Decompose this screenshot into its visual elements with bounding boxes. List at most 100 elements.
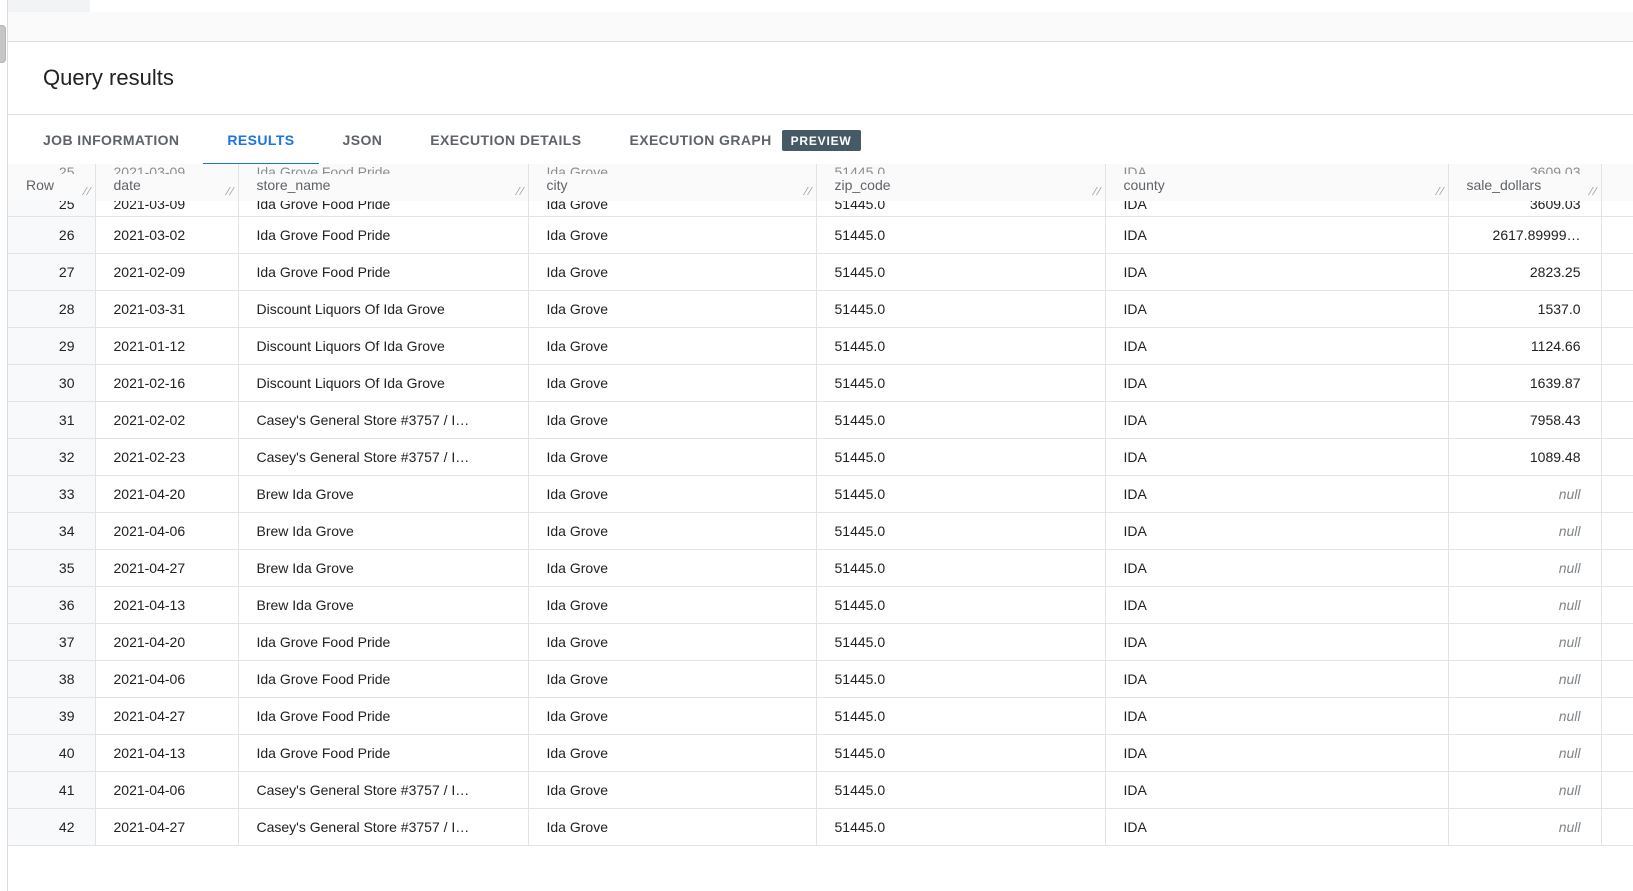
panel-footer-space [8,863,1633,891]
table-row: 262021-03-02Ida Grove Food PrideIda Grov… [8,216,1633,253]
table-row: 422021-04-27Casey's General Store #3757 … [8,808,1633,845]
tab-job-information[interactable]: JOB INFORMATION [19,116,203,164]
cell-zip-code: 51445.0 [816,623,1105,660]
tab-execution-graph[interactable]: EXECUTION GRAPH PREVIEW [605,116,884,164]
cell-zip-code: 51445.0 [816,549,1105,586]
column-resize-handle[interactable]: // [804,186,814,198]
tab-results[interactable]: RESULTS [203,116,318,164]
column-resize-handle[interactable]: // [1436,186,1446,198]
column-label: city [547,177,568,193]
cell-row: 30 [8,364,95,401]
results-table-container: 25 Row // 2021-03-09 date // Ida Grove F… [8,164,1633,846]
cell-zip-code: 51445.0 [816,290,1105,327]
column-resize-handle[interactable]: // [83,186,93,198]
cell-date: 2021-04-13 [95,734,238,771]
cell-overflow [1601,660,1633,697]
cell-city: Ida Grove [528,401,816,438]
cell-overflow [1601,623,1633,660]
table-row: 382021-04-06Ida Grove Food PrideIda Grov… [8,660,1633,697]
cell-sale-dollars: 7958.43 [1448,401,1601,438]
cell-store-name: Ida Grove Food Pride [238,201,528,216]
cell-date: 2021-02-02 [95,401,238,438]
cell-zip-code: 51445.0 [816,201,1105,216]
cell-store-name: Brew Ida Grove [238,475,528,512]
cell-county: IDA [1105,734,1448,771]
column-label: Row [26,177,54,193]
column-label: zip_code [835,177,891,193]
table-row: 292021-01-12Discount Liquors Of Ida Grov… [8,327,1633,364]
table-row: 302021-02-16Discount Liquors Of Ida Grov… [8,364,1633,401]
column-resize-handle[interactable]: // [226,186,236,198]
cell-overflow [1601,475,1633,512]
cell-city: Ida Grove [528,201,816,216]
cell-zip-code: 51445.0 [816,438,1105,475]
cell-store-name: Ida Grove Food Pride [238,216,528,253]
cell-city: Ida Grove [528,623,816,660]
column-label: sale_dollars [1467,177,1542,193]
table-row: 312021-02-02Casey's General Store #3757 … [8,401,1633,438]
cell-sale-dollars: null [1448,771,1601,808]
cell-zip-code: 51445.0 [816,808,1105,845]
cell-city: Ida Grove [528,697,816,734]
cell-county: IDA [1105,549,1448,586]
cell-date: 2021-03-02 [95,216,238,253]
table-row: 402021-04-13Ida Grove Food PrideIda Grov… [8,734,1633,771]
cell-date: 2021-04-27 [95,808,238,845]
cell-county: IDA [1105,438,1448,475]
cell-sale-dollars: null [1448,660,1601,697]
cell-county: IDA [1105,586,1448,623]
cell-overflow [1601,549,1633,586]
cell-city: Ida Grove [528,660,816,697]
cell-date: 2021-04-27 [95,697,238,734]
cell-zip-code: 51445.0 [816,364,1105,401]
cell-zip-code: 51445.0 [816,697,1105,734]
table-row: 392021-04-27Ida Grove Food PrideIda Grov… [8,697,1633,734]
column-resize-handle[interactable]: // [1589,186,1599,198]
cell-row: 27 [8,253,95,290]
panel-top-gap [8,12,1633,42]
cell-store-name: Brew Ida Grove [238,586,528,623]
tab-execution-details[interactable]: EXECUTION DETAILS [406,116,605,164]
cell-county: IDA [1105,253,1448,290]
cell-store-name: Ida Grove Food Pride [238,660,528,697]
panel-header: Query results [8,43,1633,115]
tab-json[interactable]: JSON [319,116,407,164]
cell-row: 28 [8,290,95,327]
cell-date: 2021-04-20 [95,623,238,660]
cell-overflow [1601,771,1633,808]
cell-city: Ida Grove [528,586,816,623]
cell-sale-dollars: null [1448,586,1601,623]
table-row: 272021-02-09Ida Grove Food PrideIda Grov… [8,253,1633,290]
cell-sale-dollars: null [1448,549,1601,586]
editor-area-sliver [8,0,1633,12]
cell-sale-dollars: null [1448,734,1601,771]
tab-label: JSON [343,132,383,148]
cell-city: Ida Grove [528,549,816,586]
cell-city: Ida Grove [528,438,816,475]
cell-date: 2021-04-13 [95,586,238,623]
cell-overflow [1601,290,1633,327]
results-table: 25 Row // 2021-03-09 date // Ida Grove F… [8,164,1633,846]
table-row: 352021-04-27Brew Ida GroveIda Grove51445… [8,549,1633,586]
scrolled-row-ghost: 2021-03-09 [96,166,238,174]
cell-county: IDA [1105,201,1448,216]
scrolled-row-ghost: IDA [1106,166,1448,174]
cell-store-name: Casey's General Store #3757 / I… [238,771,528,808]
cell-overflow [1601,216,1633,253]
cell-overflow [1601,364,1633,401]
tab-label: JOB INFORMATION [43,132,179,148]
results-tbody: 25 2021-03-09 Ida Grove Food Pride Ida G… [8,201,1633,845]
column-resize-handle[interactable]: // [1093,186,1103,198]
column-label: date [114,177,141,193]
vertical-scrollbar-thumb[interactable] [0,25,6,63]
cell-county: IDA [1105,771,1448,808]
cell-sale-dollars: 1537.0 [1448,290,1601,327]
scrolled-row-ghost: Ida Grove [529,166,816,174]
cell-city: Ida Grove [528,216,816,253]
column-resize-handle[interactable]: // [516,186,526,198]
cell-overflow [1601,808,1633,845]
column-label: county [1124,177,1165,193]
cell-sale-dollars: 1639.87 [1448,364,1601,401]
cell-county: IDA [1105,660,1448,697]
cell-overflow [1601,697,1633,734]
